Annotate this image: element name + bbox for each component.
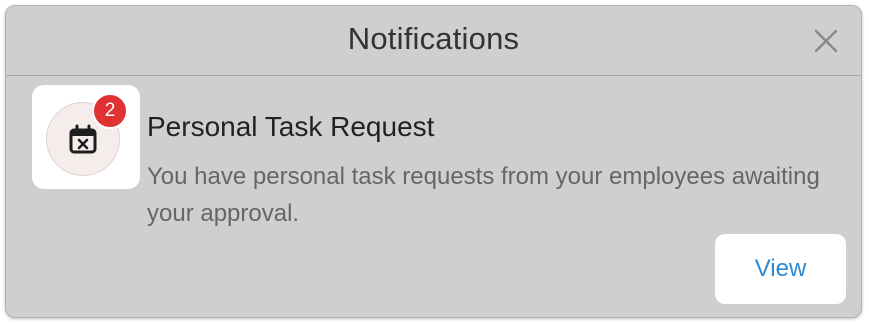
notification-count-badge: 2 <box>92 93 128 129</box>
close-icon[interactable] <box>813 28 839 54</box>
notifications-dialog: Notifications 2 Personal Task Request Yo… <box>5 5 862 318</box>
notification-description: You have personal task requests from you… <box>147 163 820 227</box>
view-button[interactable]: View <box>715 234 846 304</box>
dialog-header: Notifications <box>6 6 861 76</box>
calendar-x-icon <box>67 123 99 155</box>
notification-title: Personal Task Request <box>147 111 435 142</box>
notification-icon-tile: 2 <box>32 85 140 189</box>
dialog-title: Notifications <box>347 21 520 56</box>
